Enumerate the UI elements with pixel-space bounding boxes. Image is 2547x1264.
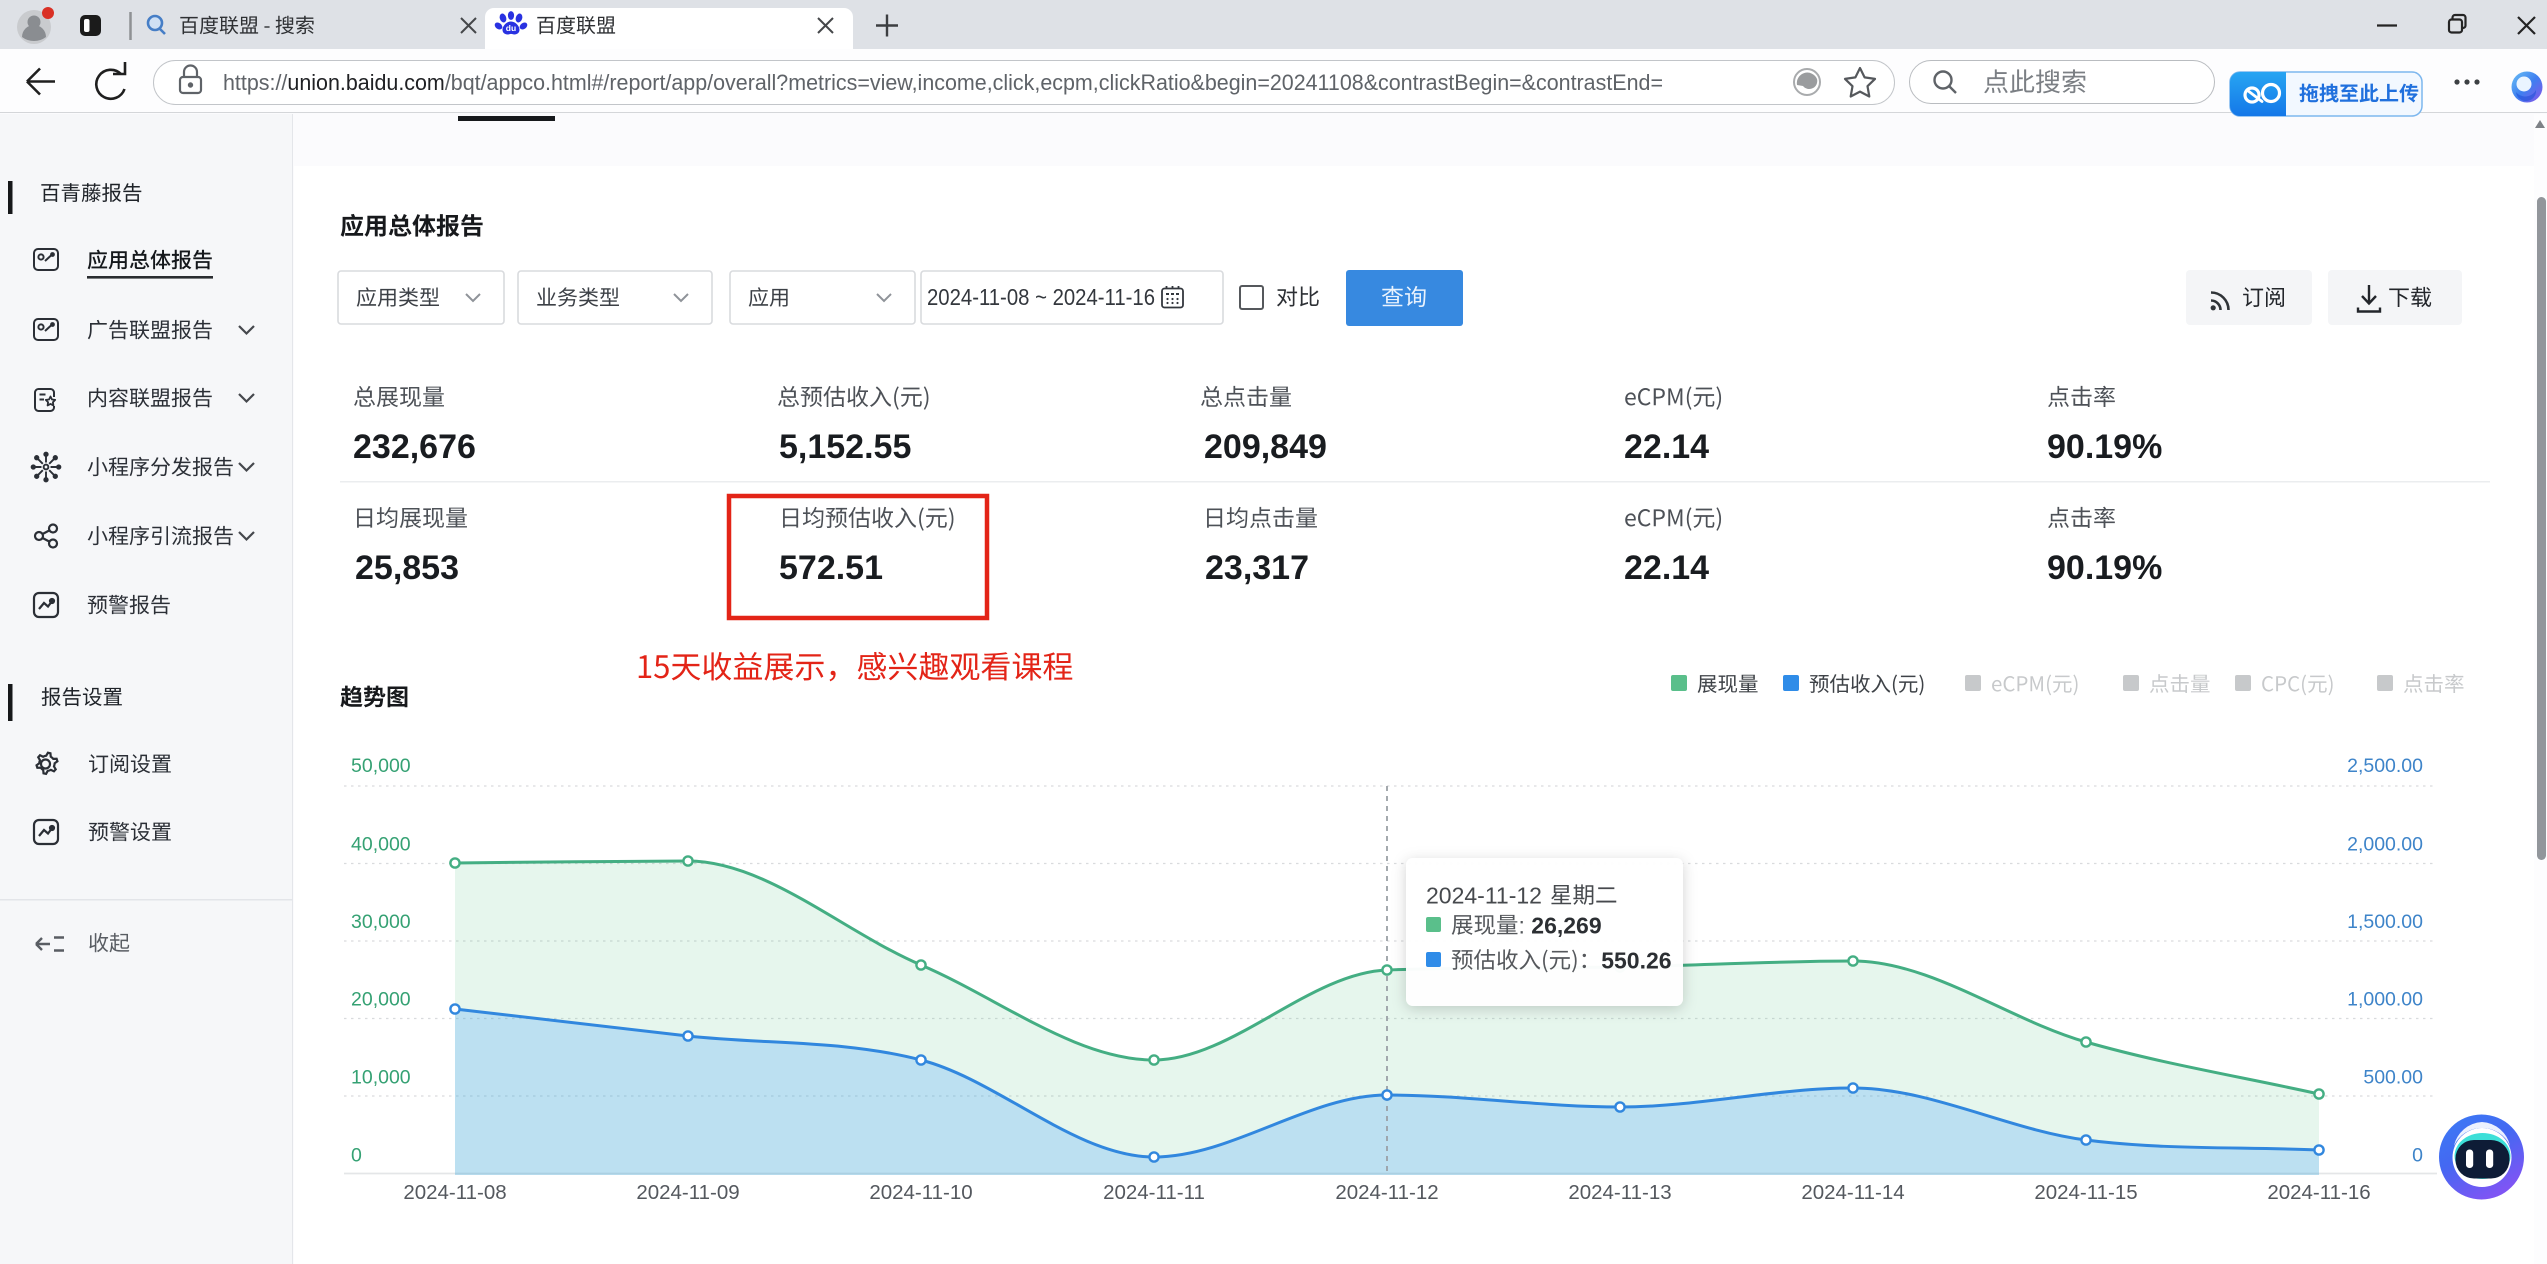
svg-text:40,000: 40,000 [351, 834, 411, 856]
svg-text:10,000: 10,000 [351, 1067, 411, 1089]
svg-text:22.14: 22.14 [1624, 549, 1709, 587]
svg-text:500.00: 500.00 [2363, 1067, 2423, 1089]
svg-text:23,317: 23,317 [1205, 549, 1309, 587]
svg-text:5,152.55: 5,152.55 [779, 428, 911, 466]
svg-text:2024-11-12: 2024-11-12 [1335, 1181, 1438, 1204]
svg-text:22.14: 22.14 [1624, 428, 1709, 466]
svg-text:1,500.00: 1,500.00 [2347, 911, 2423, 933]
svg-text:1,000.00: 1,000.00 [2347, 989, 2423, 1011]
svg-text:0: 0 [2412, 1145, 2423, 1167]
svg-text:209,849: 209,849 [1204, 428, 1327, 466]
svg-text:20,000: 20,000 [351, 989, 411, 1011]
svg-text:2024-11-12: 2024-11-12 [1426, 883, 1542, 909]
svg-text:30,000: 30,000 [351, 911, 411, 933]
svg-text:https://union.baidu.com/bqt/ap: https://union.baidu.com/bqt/appco.html#/… [223, 70, 1663, 95]
svg-text:572.51: 572.51 [779, 549, 883, 587]
svg-text:232,676: 232,676 [353, 428, 476, 466]
svg-text:2024-11-11: 2024-11-11 [1103, 1181, 1205, 1204]
svg-text:2024-11-16: 2024-11-16 [2267, 1181, 2370, 1204]
svg-text::: : [1519, 913, 1525, 939]
svg-text:550.26: 550.26 [1601, 948, 1671, 974]
svg-text:90.19%: 90.19% [2047, 428, 2162, 466]
svg-text:du: du [506, 23, 516, 33]
svg-text:2024-11-08 ~ 2024-11-16: 2024-11-08 ~ 2024-11-16 [927, 284, 1155, 310]
svg-text:50,000: 50,000 [351, 755, 411, 777]
svg-text:2024-11-10: 2024-11-10 [869, 1181, 972, 1204]
svg-text:2,000.00: 2,000.00 [2347, 834, 2423, 856]
svg-text:2024-11-14: 2024-11-14 [1801, 1181, 1904, 1204]
svg-text:25,853: 25,853 [355, 549, 459, 587]
svg-text:2024-11-13: 2024-11-13 [1568, 1181, 1671, 1204]
svg-text:2024-11-08: 2024-11-08 [403, 1181, 506, 1204]
svg-text:90.19%: 90.19% [2047, 549, 2162, 587]
svg-text:0: 0 [351, 1145, 362, 1167]
svg-text:2,500.00: 2,500.00 [2347, 755, 2423, 777]
svg-text:26,269: 26,269 [1531, 913, 1601, 939]
svg-text:2024-11-15: 2024-11-15 [2034, 1181, 2137, 1204]
svg-text:2024-11-09: 2024-11-09 [636, 1181, 739, 1204]
